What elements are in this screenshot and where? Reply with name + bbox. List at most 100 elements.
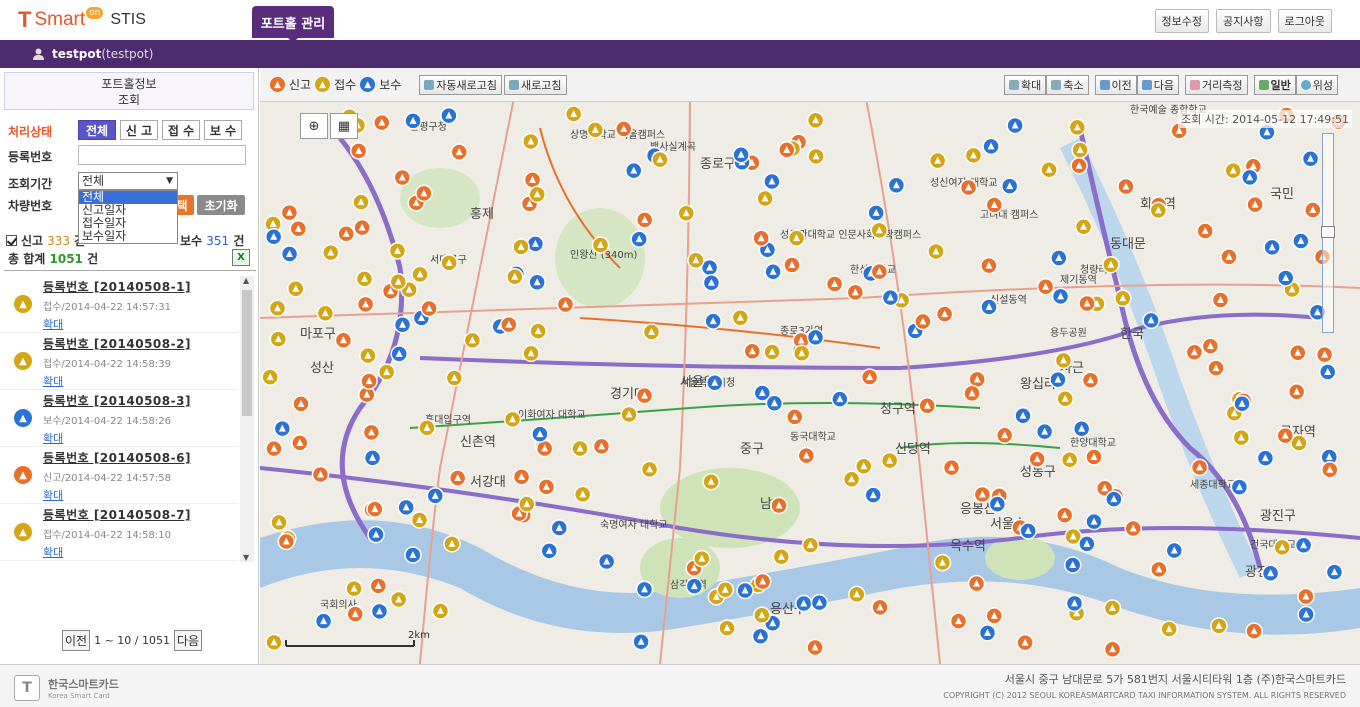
item-regno[interactable]: 등록번호 [20140508-6] <box>43 447 238 466</box>
accept-marker-icon[interactable] <box>855 457 873 475</box>
accept-marker-icon[interactable] <box>321 243 340 262</box>
accept-marker-icon[interactable] <box>870 221 889 240</box>
report-marker-icon[interactable] <box>1304 201 1322 219</box>
accept-marker-icon[interactable] <box>512 238 530 256</box>
report-marker-icon[interactable] <box>935 305 954 323</box>
report-marker-icon[interactable] <box>914 312 932 331</box>
report-marker-icon[interactable] <box>825 275 844 293</box>
report-marker-icon[interactable] <box>959 178 978 197</box>
report-marker-icon[interactable] <box>265 439 283 458</box>
repair-marker-icon[interactable] <box>765 394 784 412</box>
repair-marker-icon[interactable] <box>526 235 545 253</box>
accept-marker-icon[interactable] <box>928 151 947 170</box>
excel-export-icon[interactable]: X <box>232 249 250 266</box>
report-marker-icon[interactable] <box>860 368 879 386</box>
report-marker-icon[interactable] <box>292 395 310 413</box>
report-marker-icon[interactable] <box>942 458 961 477</box>
report-marker-icon[interactable] <box>450 143 468 161</box>
accept-marker-icon[interactable] <box>591 236 610 254</box>
accept-marker-icon[interactable] <box>702 472 720 491</box>
report-marker-icon[interactable] <box>535 439 554 458</box>
accept-marker-icon[interactable] <box>268 299 287 318</box>
item-regno[interactable]: 등록번호 [20140508-2] <box>43 333 238 352</box>
report-marker-icon[interactable] <box>592 437 611 456</box>
repair-marker-icon[interactable] <box>597 552 616 571</box>
normal-map-button[interactable]: 일반 <box>1253 74 1296 95</box>
report-marker-icon[interactable] <box>337 225 355 243</box>
repair-marker-icon[interactable] <box>1301 150 1320 168</box>
repair-marker-icon[interactable] <box>978 624 997 642</box>
repair-marker-icon[interactable] <box>1292 232 1310 250</box>
repair-marker-icon[interactable] <box>635 580 654 599</box>
repair-marker-icon[interactable] <box>1072 419 1091 438</box>
repair-marker-icon[interactable] <box>887 176 906 194</box>
report-marker-icon[interactable] <box>1297 587 1315 606</box>
accept-marker-icon[interactable] <box>571 439 589 458</box>
status-repair-button[interactable]: 보 수 <box>204 120 242 140</box>
report-marker-icon[interactable] <box>967 574 986 593</box>
report-marker-icon[interactable] <box>783 256 801 274</box>
accept-marker-icon[interactable] <box>842 470 861 489</box>
item-zoom-link[interactable]: 확대 <box>43 373 238 389</box>
accept-marker-icon[interactable] <box>431 602 450 620</box>
repair-marker-icon[interactable] <box>1051 287 1070 306</box>
report-marker-icon[interactable] <box>356 295 375 314</box>
report-marker-icon[interactable] <box>1201 337 1220 355</box>
report-marker-icon[interactable] <box>1150 560 1168 579</box>
report-marker-icon[interactable] <box>291 434 309 452</box>
accept-marker-icon[interactable] <box>927 242 945 261</box>
repair-marker-icon[interactable] <box>732 145 750 164</box>
repair-marker-icon[interactable] <box>706 373 724 392</box>
repair-marker-icon[interactable] <box>632 633 650 651</box>
accept-marker-icon[interactable] <box>763 343 781 361</box>
repair-marker-icon[interactable] <box>1325 563 1344 581</box>
report-marker-icon[interactable] <box>806 638 824 657</box>
repair-marker-icon[interactable] <box>1065 594 1084 613</box>
report-marker-icon[interactable] <box>846 283 865 302</box>
repair-marker-icon[interactable] <box>806 328 825 347</box>
repair-marker-icon[interactable] <box>314 612 333 630</box>
report-marker-icon[interactable] <box>1315 345 1334 364</box>
repair-marker-icon[interactable] <box>404 112 422 130</box>
repair-marker-icon[interactable] <box>702 273 721 292</box>
report-marker-icon[interactable] <box>1190 458 1209 477</box>
item-zoom-link[interactable]: 확대 <box>43 487 238 503</box>
repair-marker-icon[interactable] <box>763 172 781 191</box>
report-marker-icon[interactable] <box>635 211 654 229</box>
accept-marker-icon[interactable] <box>443 535 461 553</box>
report-marker-icon[interactable] <box>985 607 1004 625</box>
repair-marker-icon[interactable] <box>1276 269 1295 287</box>
report-marker-icon[interactable] <box>1289 344 1307 362</box>
accept-marker-icon[interactable] <box>687 251 705 270</box>
report-marker-icon[interactable] <box>366 500 384 518</box>
accept-marker-icon[interactable] <box>463 331 482 350</box>
list-item[interactable]: ▲ 등록번호 [20140508-6] 신고/2014-04-22 14:57:58… <box>0 447 238 504</box>
item-regno[interactable]: 등록번호 [20140508-1] <box>43 276 238 295</box>
report-marker-icon[interactable] <box>1287 383 1306 401</box>
accept-marker-icon[interactable] <box>792 344 811 363</box>
repair-marker-icon[interactable] <box>685 577 704 595</box>
prev-view-button[interactable]: 이전 <box>1094 74 1137 95</box>
report-marker-icon[interactable] <box>985 196 1004 214</box>
refresh-button[interactable]: 새로고침 <box>504 74 567 95</box>
report-marker-icon[interactable] <box>1207 359 1225 377</box>
map-view[interactable]: 은평구청상명대학교 서울캠퍼스백사실계곡종로구서대문구인왕산 (340m)성균관… <box>260 68 1360 664</box>
report-marker-icon[interactable] <box>614 120 633 138</box>
repair-marker-icon[interactable] <box>1263 238 1281 257</box>
accept-marker-icon[interactable] <box>270 513 288 532</box>
accept-marker-icon[interactable] <box>355 270 374 288</box>
report-marker-icon[interactable] <box>753 572 772 591</box>
accept-marker-icon[interactable] <box>418 419 436 437</box>
repair-marker-icon[interactable] <box>404 546 422 564</box>
repair-marker-icon[interactable] <box>867 204 885 222</box>
report-marker-icon[interactable] <box>1196 222 1214 240</box>
repair-marker-icon[interactable] <box>531 425 549 443</box>
item-zoom-link[interactable]: 확대 <box>43 316 238 332</box>
repair-marker-icon[interactable] <box>528 273 546 291</box>
repair-marker-icon[interactable] <box>273 419 292 438</box>
repair-marker-icon[interactable] <box>1078 535 1096 553</box>
repair-marker-icon[interactable] <box>980 298 998 316</box>
report-marker-icon[interactable] <box>334 331 353 350</box>
accept-marker-icon[interactable] <box>731 308 750 327</box>
accept-marker-icon[interactable] <box>359 346 377 365</box>
